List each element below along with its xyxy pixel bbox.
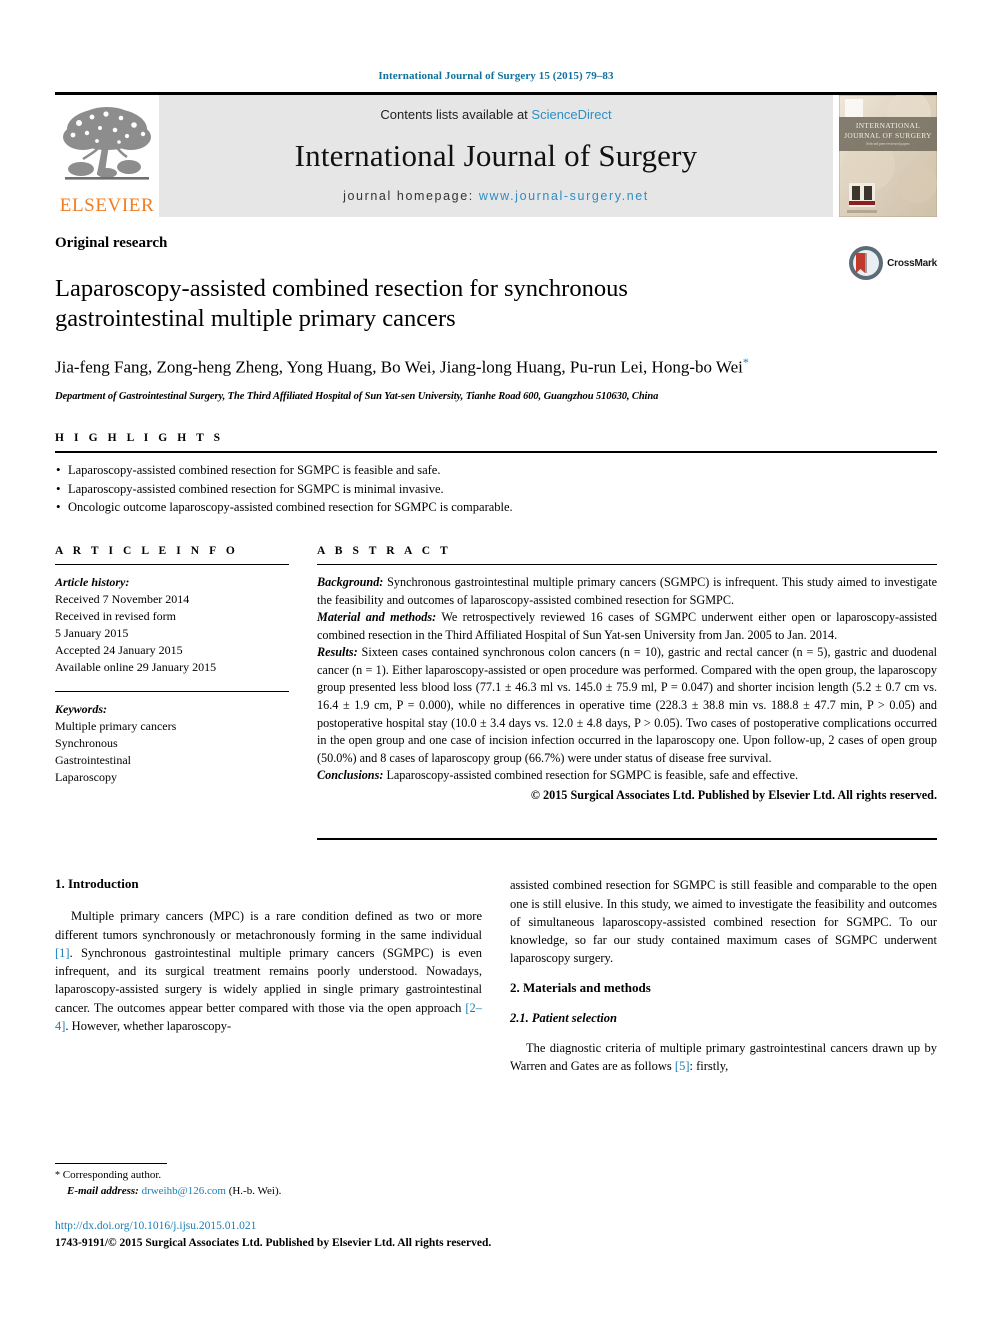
journal-homepage-link[interactable]: www.journal-surgery.net: [479, 189, 649, 203]
svg-text:JOURNAL OF SURGERY: JOURNAL OF SURGERY: [844, 131, 932, 140]
homepage-prefix: journal homepage:: [343, 189, 479, 203]
intro-text-b: . Synchronous gastrointestinal multiple …: [55, 945, 482, 1015]
keywords-label: Keywords:: [55, 702, 107, 717]
abstract-results-label: Results:: [317, 645, 358, 660]
citation-ref-5[interactable]: [5]: [675, 1059, 690, 1073]
elsevier-logo: ELSEVIER: [55, 95, 159, 217]
journal-masthead: ELSEVIER Contents lists available at Sci…: [55, 91, 938, 218]
abstract-background-text: Synchronous gastrointestinal multiple pr…: [317, 575, 937, 607]
journal-title: International Journal of Surgery: [294, 138, 698, 173]
article-header: CrossMark Original research Laparoscopy-…: [55, 217, 937, 402]
footnote-star: *: [55, 1170, 60, 1181]
abstract-rule: [317, 564, 937, 566]
list-item: Oncologic outcome laparoscopy-assisted c…: [55, 497, 937, 517]
body-columns: 1. Introduction Multiple primary cancers…: [55, 876, 937, 1087]
email-label: E-mail address:: [67, 1184, 139, 1197]
elsevier-wordmark: ELSEVIER: [59, 195, 155, 216]
introduction-paragraph: Multiple primary cancers (MPC) is a rare…: [55, 907, 482, 1035]
article-type: Original research: [55, 235, 168, 251]
abstract-conclusions: Conclusions: Laparoscopy-assisted combin…: [317, 767, 937, 785]
list-item: Laparoscopy-assisted combined resection …: [55, 479, 937, 499]
abstract-body: Background: Synchronous gastrointestinal…: [317, 574, 937, 804]
crossmark-badge[interactable]: CrossMark: [848, 245, 937, 281]
article-info-column: A R T I C L E I N F O Article history: R…: [55, 545, 317, 840]
corresponding-author-marker: *: [742, 354, 749, 369]
abstract-results-text: Sixteen cases contained synchronous colo…: [317, 645, 937, 765]
abstract-column: A B S T R A C T Background: Synchronous …: [317, 545, 937, 841]
corresponding-author-footnote: * Corresponding author. E-mail address: …: [55, 1163, 475, 1199]
highlights-heading: H I G H L I G H T S: [55, 431, 224, 444]
introduction-continuation: assisted combined resection for SGMPC is…: [510, 876, 937, 967]
patient-selection-paragraph: The diagnostic criteria of multiple prim…: [510, 1039, 937, 1076]
abstract-methods: Material and methods: We retrospectively…: [317, 609, 937, 644]
keywords-block: Keywords: Multiple primary cancers Synch…: [55, 701, 289, 786]
crossmark-label: CrossMark: [887, 257, 937, 269]
history-item: Received in revised form: [55, 609, 176, 624]
doi-link[interactable]: http://dx.doi.org/10.1016/j.ijsu.2015.01…: [55, 1218, 491, 1235]
abstract-results: Results: Sixteen cases contained synchro…: [317, 644, 937, 767]
running-head: International Journal of Surgery 15 (201…: [378, 70, 614, 82]
keyword-item: Laparoscopy: [55, 770, 117, 785]
corresponding-author-line: * Corresponding author.: [55, 1168, 475, 1184]
email-link[interactable]: drweihb@126.com: [142, 1185, 226, 1197]
info-abstract-row: A R T I C L E I N F O Article history: R…: [55, 545, 937, 841]
issn-copyright-line: 1743-9191/© 2015 Surgical Associates Ltd…: [55, 1237, 492, 1250]
sciencedirect-link[interactable]: ScienceDirect: [531, 107, 611, 122]
intro-text-a: Multiple primary cancers (MPC) is a rare…: [55, 909, 482, 942]
email-line: E-mail address: drweihb@126.com (H.-b. W…: [55, 1184, 475, 1200]
svg-text:Selected peer-reviewed papers: Selected peer-reviewed papers: [866, 142, 910, 146]
journal-homepage-line: journal homepage: www.journal-surgery.ne…: [343, 189, 649, 203]
footnote-rule: [55, 1163, 167, 1164]
abstract-copyright: © 2015 Surgical Associates Ltd. Publishe…: [530, 787, 937, 802]
list-item: Laparoscopy-assisted combined resection …: [55, 460, 937, 480]
history-item: 5 January 2015: [55, 626, 129, 641]
article-info-separator: [55, 691, 289, 693]
abstract-conclusions-label: Conclusions:: [317, 768, 384, 783]
authors-text: Jia-feng Fang, Zong-heng Zheng, Yong Hua…: [55, 357, 743, 377]
affiliation: Department of Gastrointestinal Surgery, …: [55, 390, 659, 402]
article-title: Laparoscopy-assisted combined resection …: [55, 275, 628, 332]
abstract-background-label: Background:: [317, 575, 384, 590]
citation-ref-1[interactable]: [1]: [55, 946, 70, 960]
article-history-label: Article history:: [55, 575, 130, 590]
email-suffix: (H.-b. Wei).: [228, 1184, 282, 1197]
body-column-left: 1. Introduction Multiple primary cancers…: [55, 876, 482, 1087]
patient-selection-heading: 2.1. Patient selection: [510, 1010, 617, 1025]
article-history-block: Article history: Received 7 November 201…: [55, 574, 289, 676]
corresponding-author-text: Corresponding author.: [62, 1169, 162, 1181]
history-item: Accepted 24 January 2015: [55, 643, 183, 658]
highlights-list: Laparoscopy-assisted combined resection …: [55, 460, 937, 517]
author-list: Jia-feng Fang, Zong-heng Zheng, Yong Hua…: [55, 354, 845, 379]
history-item: Available online 29 January 2015: [55, 660, 217, 675]
keyword-item: Gastrointestinal: [55, 753, 131, 768]
page-footer: http://dx.doi.org/10.1016/j.ijsu.2015.01…: [55, 1218, 491, 1253]
materials-methods-heading: 2. Materials and methods: [510, 979, 651, 995]
crossmark-icon: [849, 246, 884, 280]
keyword-item: Synchronous: [55, 736, 118, 751]
journal-cover-thumbnail: INTERNATIONAL JOURNAL OF SURGERY Selecte…: [838, 91, 938, 218]
abstract-conclusions-text: Laparoscopy-assisted combined resection …: [383, 768, 799, 783]
abstract-background: Background: Synchronous gastrointestinal…: [317, 574, 937, 609]
contents-available-line: Contents lists available at ScienceDirec…: [380, 107, 611, 122]
journal-article-page: International Journal of Surgery 15 (201…: [0, 0, 992, 1323]
keyword-item: Multiple primary cancers: [55, 719, 177, 734]
patient-text-b: : firstly,: [689, 1058, 729, 1073]
masthead-band: Contents lists available at ScienceDirec…: [159, 95, 833, 217]
highlights-rule: [55, 450, 937, 453]
abstract-heading: A B S T R A C T: [317, 545, 452, 558]
abstract-bottom-rule: [317, 838, 937, 841]
contents-prefix: Contents lists available at: [380, 107, 532, 122]
svg-text:INTERNATIONAL: INTERNATIONAL: [856, 121, 920, 130]
abstract-methods-label: Material and methods:: [317, 610, 437, 625]
article-info-heading: A R T I C L E I N F O: [55, 545, 239, 558]
intro-cont-text: assisted combined resection for SGMPC is…: [510, 878, 937, 966]
highlights-section: H I G H L I G H T S Laparoscopy-assisted…: [55, 402, 937, 517]
article-info-rule: [55, 564, 289, 566]
intro-text-c: . However, whether laparoscopy-: [65, 1018, 232, 1033]
elsevier-tree-icon: [63, 107, 151, 180]
introduction-heading: 1. Introduction: [55, 876, 139, 892]
body-column-right: assisted combined resection for SGMPC is…: [510, 876, 937, 1087]
history-item: Received 7 November 2014: [55, 592, 190, 607]
